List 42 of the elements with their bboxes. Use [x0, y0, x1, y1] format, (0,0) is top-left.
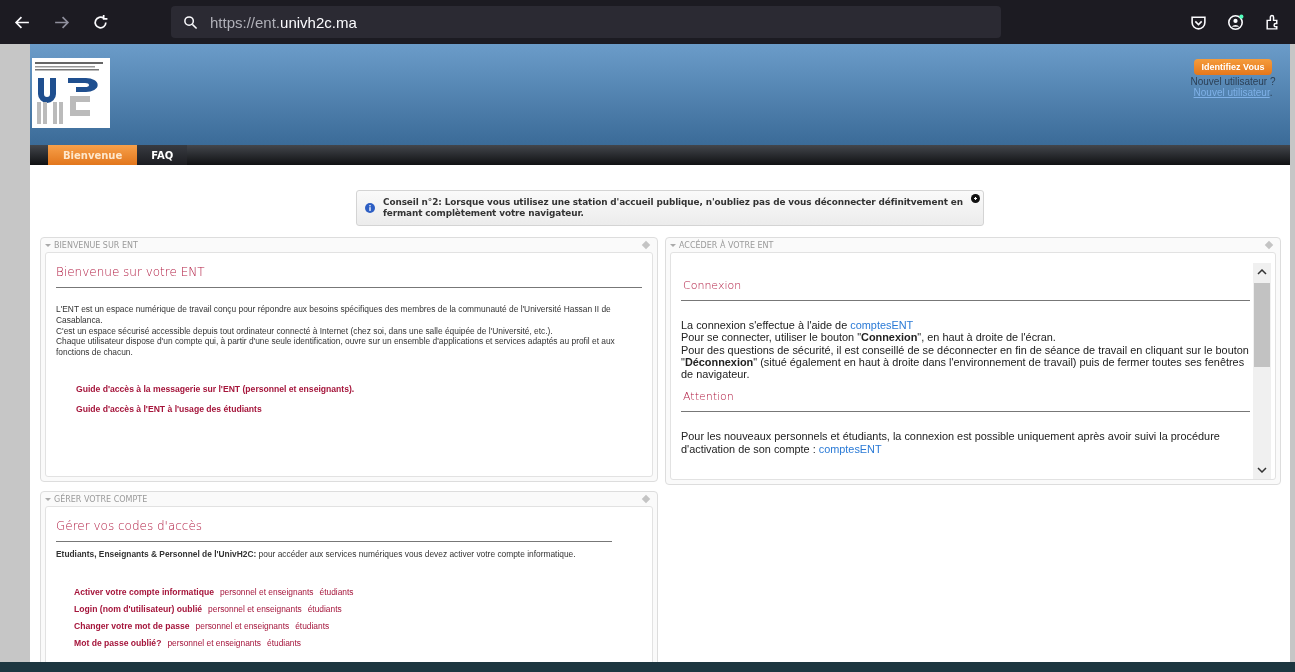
account-icon[interactable]	[1227, 13, 1244, 31]
section-heading: Attention	[681, 390, 1250, 413]
close-icon[interactable]	[971, 194, 980, 203]
search-icon	[183, 14, 198, 30]
reload-icon[interactable]	[92, 13, 109, 31]
account-link[interactable]: Changer votre mot de passe	[74, 620, 190, 631]
account-link[interactable]: Login (nom d'utilisateur) oublié	[74, 603, 203, 614]
panel-title: ACCÉDER À VOTRE ENT	[679, 240, 774, 250]
account-link[interactable]: Activer votre compte informatique	[74, 586, 214, 597]
url-text: https://ent.univh2c.ma	[210, 13, 357, 31]
paragraph: Pour se connecter, utiliser le bouton "Connexion", en haut à droite de l'écran.	[681, 331, 1057, 344]
scrollbar[interactable]	[1253, 263, 1271, 479]
comptes-link[interactable]: comptesENT	[818, 442, 882, 455]
audience-link[interactable]: étudiants	[295, 620, 330, 631]
intro-paragraph: L'ENT est un espace numérique de travail conçu pour répondre aux besoins spécifiques des membres de la communauté de l'Université Hassan II de Casablanca. C'est un espace sécurisé accessible depuis tout ordinateur connecté à Internet (chez soi, dans une salle équipée de l'Université, etc.). Chaque utilisateur dispose d'un compte qui, à partir d'une seule identification, ouvre sur un ensemble d'applications et services adaptés au profil et aux fonctions de chacun.	[56, 304, 616, 358]
pocket-icon[interactable]	[1190, 13, 1207, 31]
comptes-link[interactable]: comptesENT	[850, 319, 914, 331]
paragraph: Pour des questions de sécurité, il est conseillé de se déconnecter en fin de séance de travail en cliquant sur le bouton "Déconnexion" (situé également en haut à droite dans l'environnement de travail) puis de fermer toutes ses fenêtres de navigateur.	[681, 343, 1250, 381]
intro-paragraph: Etudiants, Enseignants & Personnel de l'UnivH2C: pour accéder aux services numériques vous devez activer votre compte informatique.	[56, 549, 577, 560]
guide-link[interactable]: Guide d'accès à l'ENT à l'usage des étudiants	[76, 404, 262, 414]
guide-link[interactable]: Guide d'accès à la messagerie sur l'ENT (personnel et enseignants).	[76, 384, 355, 394]
info-icon	[365, 203, 375, 213]
audience-link[interactable]: étudiants	[307, 603, 342, 614]
scroll-down-icon[interactable]	[1257, 467, 1267, 473]
audience-link[interactable]: personnel et enseignants	[208, 603, 302, 614]
panel-title: BIENVENUE SUR ENT	[54, 240, 138, 250]
address-bar[interactable]: https://ent.univh2c.ma	[171, 6, 1001, 38]
audience-link[interactable]: personnel et enseignants	[219, 586, 314, 597]
nav-tab[interactable]: FAQ	[137, 145, 188, 165]
account-link[interactable]: Mot de passe oublié?	[74, 637, 162, 648]
audience-link[interactable]: étudiants	[319, 586, 354, 597]
section-heading: Gérer vos codes d'accès	[56, 519, 612, 542]
tip-text: Conseil n°2: Lorsque vous utilisez une station d'accueil publique, n'oubliez pas de vous déconnecter définitvement en fermant complètement votre navigateur.	[383, 197, 964, 219]
section-heading: Bienvenue sur votre ENT	[56, 265, 642, 288]
audience-link[interactable]: personnel et enseignants	[195, 620, 290, 631]
scroll-up-icon[interactable]	[1257, 269, 1267, 275]
paragraph: La connexion s'effectue à l'aide de comptesENT	[681, 319, 915, 332]
paragraph: Pour les nouveaux personnels et étudiants, la connexion est possible uniquement après avoir suivi la procédure d'activation de son compte : comptesENT	[681, 430, 1221, 456]
audience-link[interactable]: personnel et enseignants	[167, 637, 261, 648]
section-heading: Connexion	[681, 279, 1250, 301]
audience-link[interactable]: étudiants	[267, 637, 301, 648]
panel-title: GÉRER VOTRE COMPTE	[54, 494, 148, 504]
